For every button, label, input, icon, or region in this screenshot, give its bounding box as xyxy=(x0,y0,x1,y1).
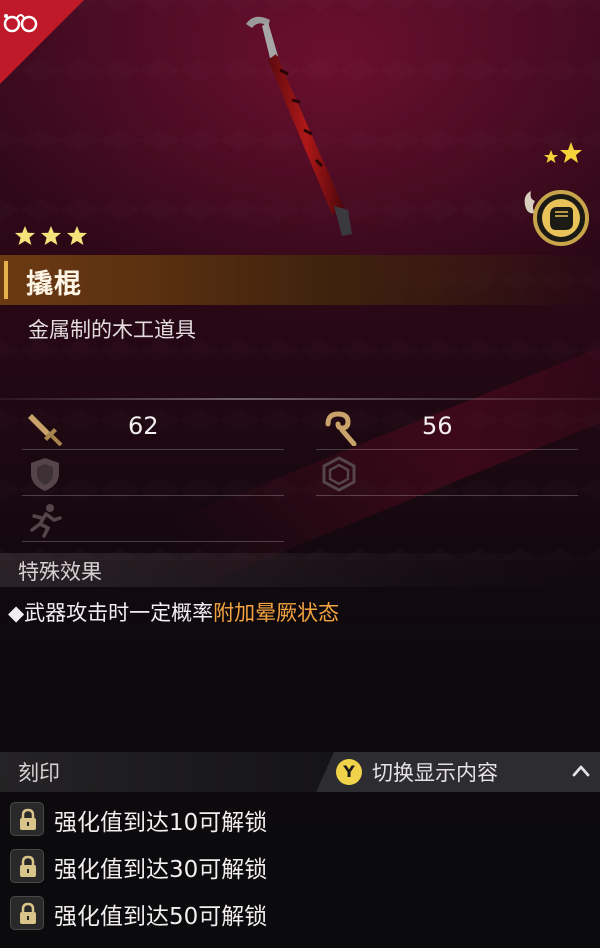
item-name: 撬棍 xyxy=(26,269,82,300)
star-icon xyxy=(15,226,35,245)
rarity-stars xyxy=(14,225,88,251)
stats-divider xyxy=(0,398,600,400)
effect-highlight: 附加晕厥状态 xyxy=(213,601,340,625)
stat-heat: 56 xyxy=(316,406,578,450)
engrave-slot[interactable]: 强化值到达30可解锁 xyxy=(0,843,600,890)
toggle-display-button[interactable]: Y 切换显示内容 xyxy=(316,752,600,792)
rank-stars xyxy=(544,142,582,163)
attack-value: 62 xyxy=(128,412,159,440)
engrave-slot-list: 强化值到达10可解锁 强化值到达30可解锁 强化值到达50可解锁 xyxy=(0,796,600,937)
special-effects-header: 特殊效果 xyxy=(0,553,600,587)
stat-speed xyxy=(22,498,284,542)
engrave-slot-text: 强化值到达50可解锁 xyxy=(54,904,268,930)
hook-icon xyxy=(325,411,357,446)
lock-icon xyxy=(20,808,36,830)
lock-icon-box xyxy=(10,802,44,836)
item-name-bar: 撬棍 xyxy=(0,255,600,305)
special-effect-line: ◆武器攻击时一定概率附加晕厥状态 xyxy=(8,597,339,627)
stat-attack: 62 xyxy=(22,406,284,450)
engrave-slot-text: 强化值到达10可解锁 xyxy=(54,810,268,836)
lock-icon xyxy=(20,855,36,877)
heat-value: 56 xyxy=(422,412,453,440)
engrave-title: 刻印 xyxy=(18,761,60,785)
lock-icon-box xyxy=(10,849,44,883)
hexagon-icon xyxy=(322,456,356,492)
running-icon xyxy=(30,504,62,538)
engrave-slot[interactable]: 强化值到达10可解锁 xyxy=(0,796,600,843)
star-icon xyxy=(67,226,87,245)
handcuffs-icon xyxy=(3,14,38,33)
item-description: 金属制的木工道具 xyxy=(28,318,196,342)
stat-defense xyxy=(22,452,284,496)
toggle-display-label: 切换显示内容 xyxy=(372,761,498,785)
star-icon xyxy=(41,226,61,245)
lock-icon xyxy=(20,902,36,924)
effect-text: 武器攻击时一定概率 xyxy=(24,601,214,625)
shield-icon xyxy=(31,458,59,491)
engrave-slot[interactable]: 强化值到达50可解锁 xyxy=(0,890,600,937)
crowbar-image xyxy=(246,16,352,236)
sword-icon xyxy=(28,414,63,446)
bullet-icon: ◆ xyxy=(8,601,25,625)
special-effects-title: 特殊效果 xyxy=(18,560,102,584)
engrave-slot-text: 强化值到达30可解锁 xyxy=(54,857,268,883)
lock-icon-box xyxy=(10,896,44,930)
brawler-fist-icon xyxy=(524,190,589,246)
chevron-up-icon xyxy=(572,765,590,777)
y-button-icon: Y xyxy=(336,759,362,785)
stat-guard xyxy=(316,452,578,496)
